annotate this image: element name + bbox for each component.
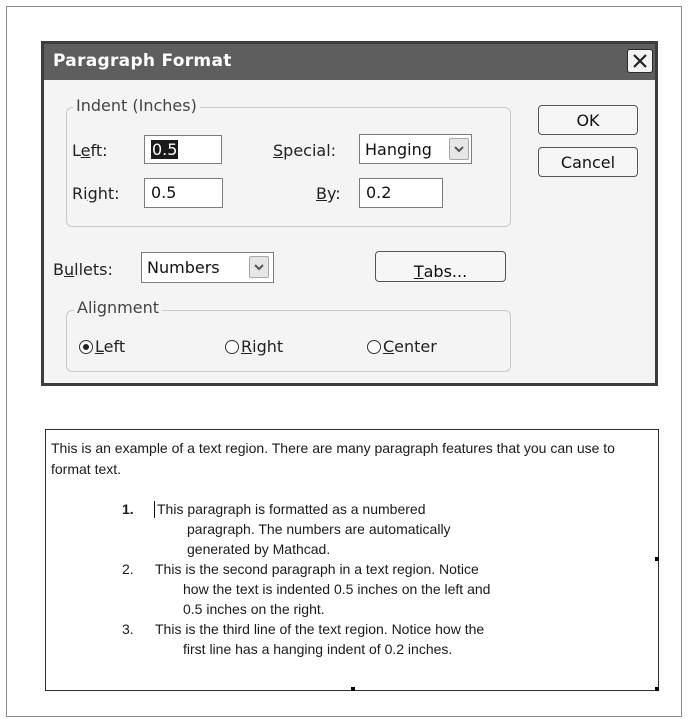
close-button[interactable]	[627, 49, 653, 73]
resize-handle-right[interactable]	[655, 557, 659, 561]
chevron-down-icon	[254, 264, 264, 271]
list-item-line: first line has a hanging indent of 0.2 i…	[183, 641, 453, 657]
list-item-line: paragraph. The numbers are automatically	[187, 521, 451, 537]
bullets-dropdown-value: Numbers	[147, 258, 220, 277]
paragraph-format-dialog: Paragraph Format Indent (Inches) Left: 0…	[41, 41, 658, 386]
resize-handle-bottom[interactable]	[351, 687, 355, 691]
left-indent-label: Left:	[72, 141, 108, 160]
cancel-button[interactable]: Cancel	[538, 147, 638, 177]
title-bar[interactable]: Paragraph Format	[44, 44, 655, 80]
align-right-radio[interactable]	[225, 340, 239, 354]
bullets-label: Bullets:	[53, 260, 113, 279]
align-center-radio[interactable]	[367, 340, 381, 354]
alignment-group	[66, 310, 511, 372]
left-indent-input[interactable]: 0.5	[144, 135, 222, 164]
align-left-radio[interactable]	[79, 340, 93, 354]
ok-button[interactable]: OK	[538, 105, 638, 135]
list-item-line: This paragraph is formatted as a numbere…	[157, 501, 426, 517]
list-item-line: generated by Mathcad.	[187, 541, 331, 557]
intro-paragraph: This is an example of a text region. The…	[51, 440, 615, 477]
list-item-line: how the text is indented 0.5 inches on t…	[183, 581, 491, 597]
list-number: 1.	[122, 501, 134, 517]
right-indent-value: 0.5	[151, 183, 177, 202]
special-dropdown-value: Hanging	[365, 140, 432, 159]
by-value: 0.2	[366, 183, 392, 202]
right-indent-input[interactable]: 0.5	[144, 178, 223, 208]
by-label: By:	[316, 184, 341, 203]
text-region[interactable]: This is an example of a text region. The…	[45, 429, 659, 691]
alignment-group-legend: Alignment	[74, 298, 162, 317]
list-item-line: 0.5 inches on the right.	[183, 601, 325, 617]
text-cursor	[154, 501, 155, 518]
align-center-label[interactable]: Center	[383, 337, 437, 356]
bullets-dropdown-button[interactable]	[249, 256, 269, 278]
list-number: 2.	[122, 561, 134, 577]
close-icon	[633, 54, 647, 68]
special-label: Special:	[273, 141, 337, 160]
tabs-button[interactable]: Tabs...	[375, 251, 506, 282]
list-item-line: This is the third line of the text regio…	[155, 621, 485, 637]
list-number: 3.	[122, 621, 134, 637]
left-indent-value: 0.5	[151, 140, 179, 159]
special-dropdown-button[interactable]	[449, 138, 469, 160]
special-dropdown[interactable]: Hanging	[359, 134, 472, 164]
align-left-label[interactable]: Left	[95, 337, 125, 356]
indent-group	[66, 107, 511, 227]
bullets-dropdown[interactable]: Numbers	[141, 252, 274, 283]
chevron-down-icon	[454, 146, 464, 153]
align-right-label[interactable]: Right	[241, 337, 283, 356]
resize-handle-corner[interactable]	[655, 687, 659, 691]
indent-group-legend: Indent (Inches)	[73, 96, 200, 115]
by-input[interactable]: 0.2	[359, 178, 443, 208]
dialog-title: Paragraph Format	[53, 51, 232, 71]
list-item-line: This is the second paragraph in a text r…	[155, 561, 479, 577]
right-indent-label: Right:	[72, 184, 120, 203]
